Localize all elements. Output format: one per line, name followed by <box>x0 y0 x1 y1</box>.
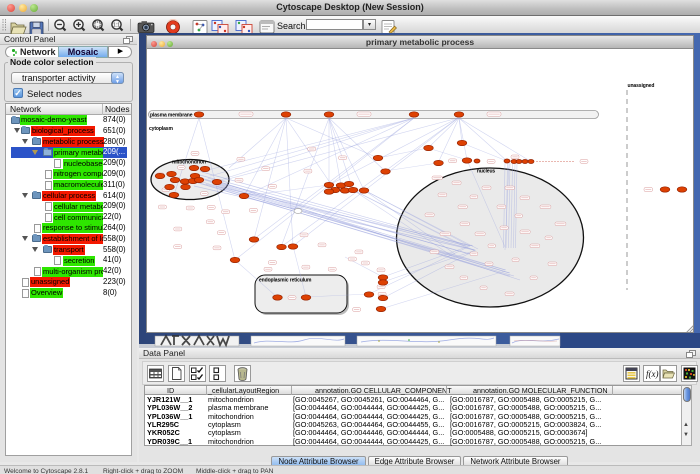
svg-text:nucleus: nucleus <box>477 169 496 175</box>
svg-text:cytoplasm: cytoplasm <box>149 126 173 132</box>
svg-text:1:1: 1:1 <box>113 23 120 29</box>
svg-text:unassigned: unassigned <box>628 83 655 89</box>
svg-text:plasma membrane: plasma membrane <box>150 113 193 119</box>
svg-text:mitochondrion: mitochondrion <box>172 160 206 166</box>
svg-text:endoplasmic reticulum: endoplasmic reticulum <box>259 278 312 284</box>
svg-text:f(x): f(x) <box>646 369 659 379</box>
